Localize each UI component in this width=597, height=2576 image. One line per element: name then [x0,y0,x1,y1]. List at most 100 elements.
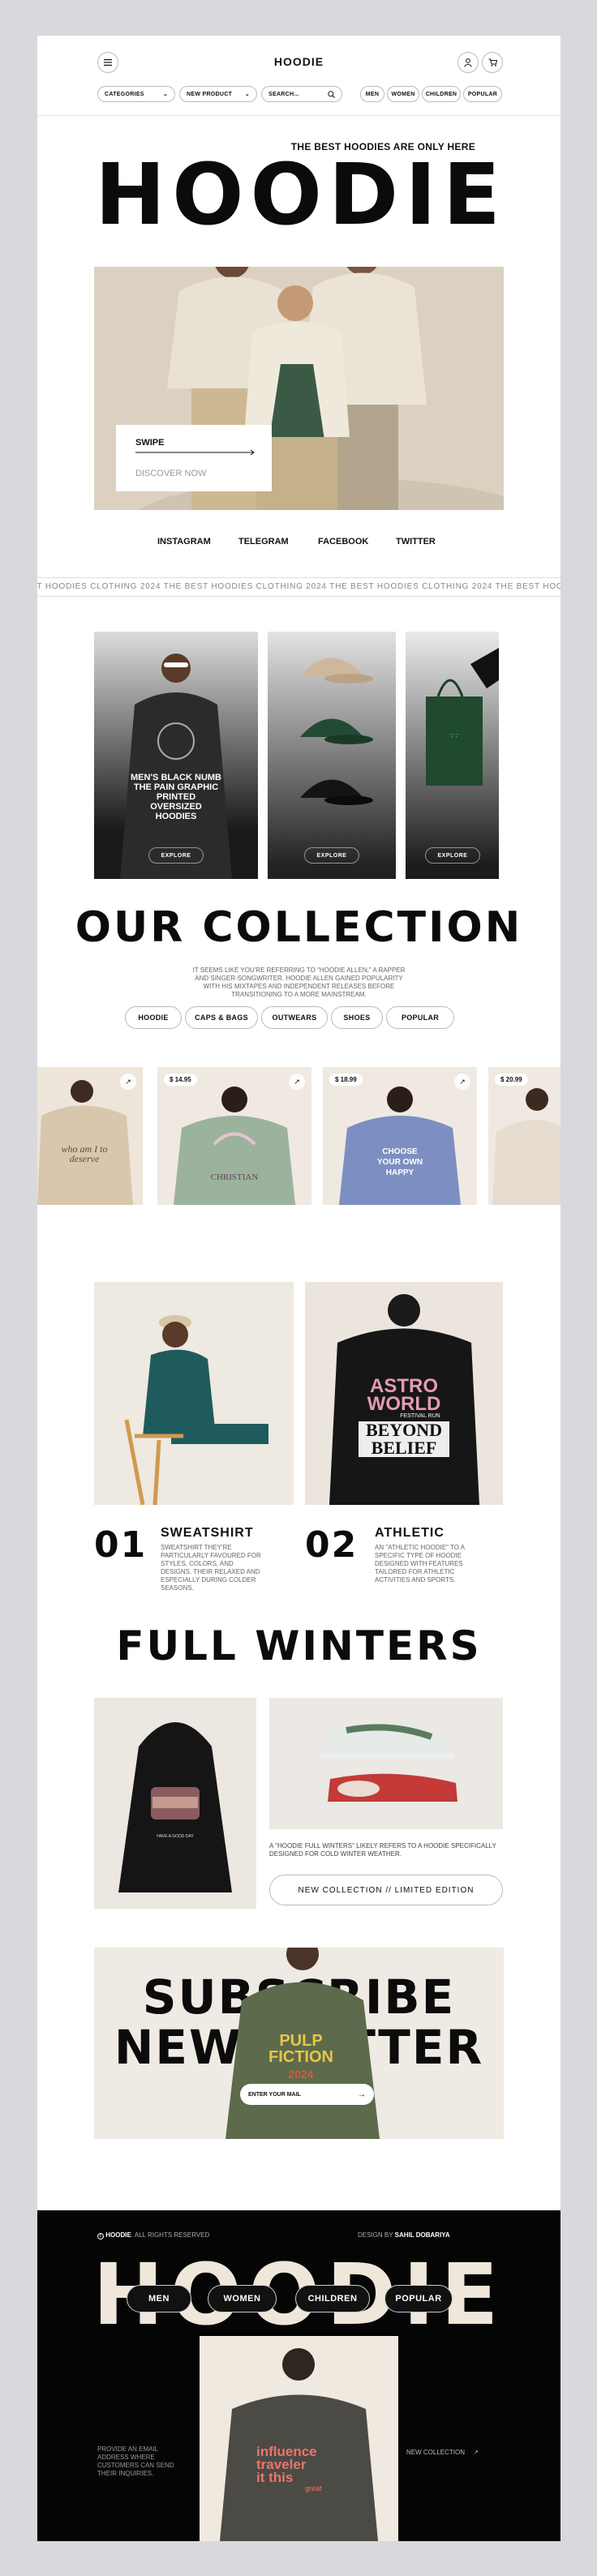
winters-hoodie-illustration [118,1722,232,1892]
product-card[interactable]: CHOOSE YOUR OWN HAPPY $ 18.99 ↗ [323,1067,477,1205]
new-product-dropdown[interactable]: NEW PRODUCT ⌄ [179,86,257,102]
price-badge: $ 14.95 [164,1074,197,1086]
social-facebook[interactable]: FACEBOOK [318,537,368,546]
footer-print-line: it this [256,2470,294,2485]
arrow-up-right-icon: ↗ [473,2449,479,2456]
chip-men[interactable]: MEN [360,86,384,102]
footer-print-line: great [305,2484,322,2492]
subscribe-print-line: FICTION [268,2048,333,2066]
social-twitter[interactable]: TWITTER [396,537,436,546]
athletic-image: ASTRO WORLD FESTIVAL RUN BEYOND BELIEF [305,1282,503,1505]
sneakers-illustration [320,1723,457,1802]
astro-print-line: WORLD [367,1393,441,1415]
page: HOODIE CATEGORIES ⌄ NEW PRODUCT ⌄ SEARCH… [37,36,560,2541]
subscribe-print-line: 2024 [288,2068,314,2081]
winters-title: FULL WINTERS [116,1622,482,1669]
site-logo[interactable]: HOODIE [264,55,333,68]
collection-title: OUR COLLECTION [75,903,523,952]
footer-chip-children[interactable]: CHILDREN [295,2285,370,2312]
product-card[interactable]: $ 20.99 [488,1067,560,1205]
featured-hoodie-illustration [120,654,232,879]
winters-description: A "HOODIE FULL WINTERS" LIKELY REFERS TO… [269,1842,496,1858]
chip-women[interactable]: WOMEN [387,86,419,102]
search-placeholder: SEARCH... [268,91,300,97]
subscribe-panel: SUBSCRIBE OUR NEWSLETTER PULP FICTION 20… [94,1948,504,2139]
cart-button[interactable] [482,52,503,73]
open-product-arrow-icon[interactable]: ↗ [454,1074,470,1090]
swipe-panel: SWIPE DISCOVER NOW [116,425,272,491]
email-placeholder: ENTER YOUR MAIL [248,2091,301,2098]
astro-print-line: BELIEF [359,1439,449,1457]
footer-model-illustration [220,2348,378,2541]
explore-button[interactable]: EXPLORE [304,847,359,864]
categories-dropdown[interactable]: CATEGORIES ⌄ [97,86,175,102]
sweatshirt-model-illustration [124,1315,268,1505]
copyright-text: . ALL RIGHTS RESERVED [131,2231,210,2239]
footer-note: PROVIDE AN EMAIL ADDRESS WHERE CUSTOMERS… [97,2445,174,2477]
user-button[interactable] [457,52,479,73]
social-instagram[interactable]: INSTAGRAM [157,537,211,546]
new-product-label: NEW PRODUCT [187,91,233,97]
chevron-down-icon: ⌄ [244,92,250,97]
email-input[interactable]: ENTER YOUR MAIL → [240,2084,374,2105]
product-hoodie-illustration [339,1087,461,1205]
footer: c HOODIE. ALL RIGHTS RESERVED DESIGN BY … [37,2210,560,2541]
product-print: CHOOSE YOUR OWN HAPPY [376,1147,423,1177]
highlight-number: 01 [94,1524,148,1566]
footer-print: influence traveler it this great [256,2445,346,2492]
product-card[interactable]: who am I to deserve ↗ [37,1067,143,1205]
winters-hoodie-print: HAVE A GOOD DAY [157,1834,194,1839]
footer-chip-women[interactable]: WOMEN [208,2285,277,2312]
price-badge: $ 20.99 [495,1074,528,1086]
footer-chip-popular[interactable]: POPULAR [384,2285,453,2312]
collection-description: IT SEEMS LIKE YOU'RE REFERRING TO "HOODI… [192,967,406,998]
header-divider [37,115,560,116]
explore-button[interactable]: EXPLORE [425,847,480,864]
menu-icon [104,59,112,66]
hero-title: HOODIE [95,145,507,244]
tab-shoes[interactable]: SHOES [331,1006,383,1029]
search-icon [328,90,335,98]
winters-shoes-image [269,1698,503,1829]
product-card[interactable]: CHRISTIAN $ 14.95 ↗ [157,1067,311,1205]
open-product-arrow-icon[interactable]: ↗ [120,1074,136,1090]
new-collection-button[interactable]: NEW COLLECTION // LIMITED EDITION [269,1875,503,1905]
arrow-right-icon[interactable] [135,449,257,456]
explore-button[interactable]: EXPLORE [148,847,204,864]
marquee-band: IT HOODIES CLOTHING 2024 THE BEST HOODIE… [37,577,560,597]
design-by-label: DESIGN BY [358,2231,393,2239]
cart-icon [488,58,497,66]
categories-label: CATEGORIES [105,91,144,97]
highlight-text: SWEATSHIRT THEY'RE PARTICULARLY FAVOURED… [161,1544,261,1592]
user-icon [464,58,472,67]
chip-popular[interactable]: POPULAR [463,86,502,102]
astro-print: ASTRO WORLD FESTIVAL RUN BEYOND BELIEF [347,1377,461,1457]
tab-hoodie[interactable]: HOODIE [125,1006,182,1029]
highlight-text: AN "ATHLETIC HOODIE" TO A SPECIFIC TYPE … [375,1544,465,1584]
chip-children[interactable]: CHILDREN [422,86,461,102]
featured-card-caps[interactable]: EXPLORE [268,632,396,879]
discover-now-link[interactable]: DISCOVER NOW [135,469,206,478]
tab-outwears[interactable]: OUTWEARS [261,1006,328,1029]
astro-print-line: BEYOND [359,1421,449,1439]
winters-hoodie-image: HAVE A GOOD DAY [94,1698,256,1909]
featured-card-hoodie[interactable]: MEN'S BLACK NUMB THE PAIN GRAPHIC PRINTE… [94,632,258,879]
open-product-arrow-icon[interactable]: ↗ [289,1074,305,1090]
designer-name: SAHIL DOBARIYA [394,2231,450,2239]
tab-popular[interactable]: POPULAR [386,1006,454,1029]
submit-arrow-icon[interactable]: → [358,2090,366,2099]
search-input[interactable]: SEARCH... [261,86,342,102]
menu-button[interactable] [97,52,118,73]
copyright-brand: HOODIE [105,2231,131,2239]
footer-chip-men[interactable]: MEN [127,2285,191,2312]
marquee-text: IT HOODIES CLOTHING 2024 THE BEST HOODIE… [37,582,560,591]
copyright-mark: c [97,2233,104,2240]
highlight-number: 02 [305,1524,359,1566]
product-print: CHRISTIAN [210,1172,259,1182]
subscribe-print-line: PULP [279,2032,323,2050]
social-telegram[interactable]: TELEGRAM [238,537,289,546]
featured-card-bag[interactable]: ·:·:· EXPLORE [406,632,499,879]
tab-caps-bags[interactable]: CAPS & BAGS [185,1006,258,1029]
highlight-title: ATHLETIC [375,1526,445,1540]
footer-new-collection-link[interactable]: NEW COLLECTION ↗ [406,2449,479,2456]
